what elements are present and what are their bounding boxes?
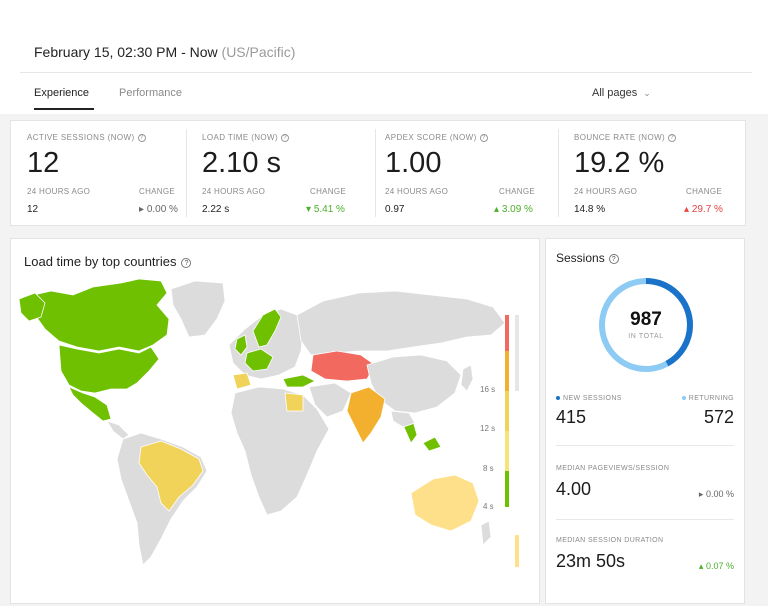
stat-prev-label: 24 HOURS AGO [202,187,266,196]
summary-stats-card: ACTIVE SESSIONS (NOW)? 12 24 HOURS AGO C… [10,120,746,226]
world-map: 16 s 12 s 8 s 4 s [18,278,519,567]
region-indochina [390,410,416,428]
tab-experience[interactable]: Experience [34,87,89,99]
stat-divider [558,129,559,217]
country-japan [460,364,474,392]
legend-dot-new [556,396,560,401]
stat-change-label: CHANGE [139,187,176,196]
country-egypt[interactable] [284,392,304,412]
stat-prev-value: 2.22 s [202,204,230,215]
active-tab-indicator [34,108,94,110]
pages-dropdown[interactable]: All pages ⌄ [592,87,651,99]
stat-apdex-score: APDEX SCORE (NOW)? 1.00 24 HOURS AGO CHA… [385,121,550,225]
date-range-label: February 15, 02:30 PM - Now [34,44,218,60]
sessions-total-caption: IN TOTAL [628,333,664,340]
timezone-label: (US/Pacific) [221,44,296,60]
stat-prev-value: 0.97 [385,204,405,215]
sessions-title: Sessions? [556,251,619,265]
stat-prev-label: 24 HOURS AGO [27,187,91,196]
stat-change-value: ▾ 5.41 % [306,204,345,215]
stat-change-value: ▴ 29.7 % [684,204,723,215]
date-range-picker[interactable]: February 15, 02:30 PM - Now (US/Pacific) [34,44,295,60]
stat-label: APDEX SCORE (NOW)? [385,133,488,142]
stat-prev-label: 24 HOURS AGO [385,187,449,196]
stat-divider [375,129,376,217]
chevron-down-icon: ⌄ [643,88,651,98]
sessions-divider [556,445,734,446]
country-india[interactable] [346,386,386,444]
stat-divider [186,129,187,217]
stat-label: BOUNCE RATE (NOW)? [574,133,677,142]
region-africa [230,386,330,516]
help-icon[interactable]: ? [137,133,146,142]
sessions-card: Sessions? 987 IN TOTAL NEW SESSIONS RETU… [545,238,745,604]
stat-bounce-rate: BOUNCE RATE (NOW)? 19.2 % 24 HOURS AGO C… [574,121,739,225]
help-icon[interactable]: ? [608,253,619,264]
map-legend [505,315,519,567]
country-greenland [170,280,226,338]
returning-sessions-label: RETURNING [681,395,734,402]
country-kazakhstan[interactable] [310,350,376,382]
stat-label: ACTIVE SESSIONS (NOW)? [27,133,146,142]
region-central-america [106,420,130,440]
legend-dot-returning [681,396,686,401]
stat-value: 12 [27,147,60,179]
stat-label: LOAD TIME (NOW)? [202,133,290,142]
up-arrow-icon: ▴ [494,204,500,215]
legend-tick: 12 s [480,424,495,433]
stat-change-value: ▸ 0.00 % [139,204,178,215]
stat-prev-value: 14.8 % [574,204,606,215]
help-icon[interactable]: ? [479,133,488,142]
stat-active-sessions: ACTIVE SESSIONS (NOW)? 12 24 HOURS AGO C… [27,121,187,225]
metric-change: ▴ 0.07 % [698,561,734,571]
metric-value: 23m 50s [556,551,626,571]
country-canada[interactable] [24,278,170,352]
country-turkey[interactable] [282,374,316,388]
stat-prev-value: 12 [27,204,39,215]
stat-value: 2.10 s [202,147,281,179]
metric-change: ▸ 0.00 % [698,489,734,499]
pages-dropdown-label: All pages [592,87,638,99]
help-icon[interactable]: ? [181,257,192,268]
dashboard-header: February 15, 02:30 PM - Now (US/Pacific)… [0,0,768,114]
new-sessions-value: 415 [556,407,587,427]
stat-change-value: ▴ 3.09 % [494,204,533,215]
flat-arrow-icon: ▸ [139,204,145,215]
up-arrow-icon: ▴ [684,204,690,215]
stat-load-time: LOAD TIME (NOW)? 2.10 s 24 HOURS AGO CHA… [202,121,362,225]
stat-value: 19.2 % [574,147,665,179]
country-australia[interactable] [410,474,480,532]
help-icon[interactable]: ? [668,133,677,142]
sessions-total: 987 [630,309,662,330]
country-usa[interactable] [58,344,160,394]
legend-tick: 4 s [483,502,494,511]
flat-arrow-icon: ▸ [698,489,704,499]
stat-value: 1.00 [385,147,442,179]
header-divider [20,72,752,73]
returning-sessions-value: 572 [703,407,734,427]
tab-performance[interactable]: Performance [119,87,182,99]
legend-tick: 8 s [483,464,494,473]
map-title: Load time by top countries? [24,254,192,269]
help-icon[interactable]: ? [281,133,290,142]
stat-prev-label: 24 HOURS AGO [574,187,638,196]
stat-change-label: CHANGE [310,187,347,196]
region-russia [296,290,506,356]
sessions-divider [556,519,734,520]
metric-label: MEDIAN PAGEVIEWS/SESSION [556,465,670,472]
down-arrow-icon: ▾ [306,204,312,215]
country-new-zealand [480,520,492,546]
stat-change-label: CHANGE [686,187,723,196]
metric-label: MEDIAN SESSION DURATION [556,537,664,544]
new-sessions-label: NEW SESSIONS [556,395,622,402]
up-arrow-icon: ▴ [698,561,704,571]
load-time-map-card: Load time by top countries? 16 s 12 s 8 … [10,238,540,604]
stat-change-label: CHANGE [499,187,536,196]
legend-tick: 16 s [480,385,495,394]
metric-value: 4.00 [556,479,592,499]
